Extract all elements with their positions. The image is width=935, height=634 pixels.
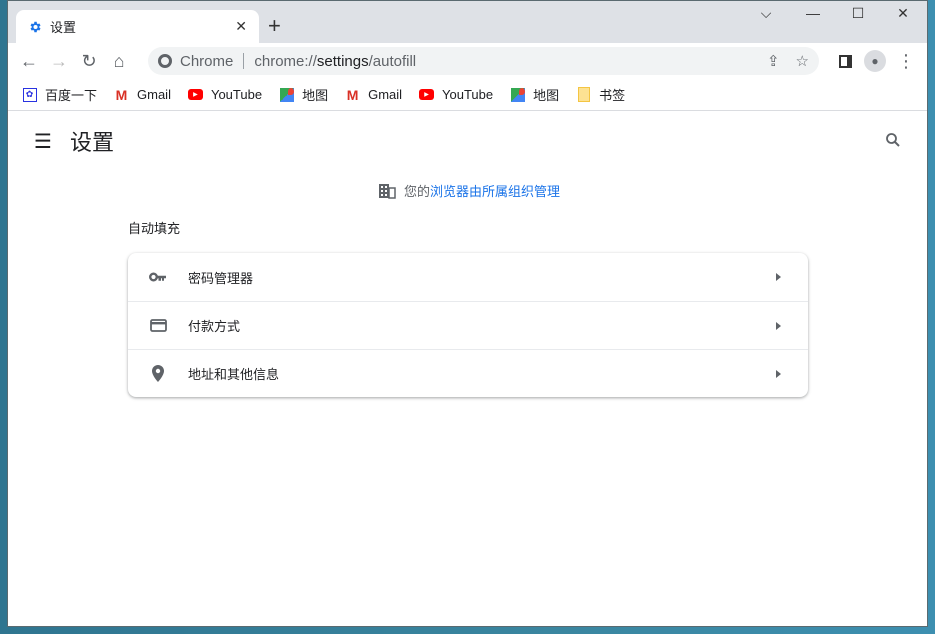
side-panel-icon[interactable] — [830, 46, 860, 76]
star-icon[interactable]: ☆ — [796, 52, 809, 70]
bookmark-label: 百度一下 — [45, 88, 98, 103]
managed-notice: 您的 浏览器由所属组织管理 — [378, 181, 560, 200]
credit-card-icon — [148, 319, 168, 332]
search-icon[interactable] — [884, 131, 902, 149]
chrome-logo-icon — [158, 54, 172, 68]
page-title: 设置 — [69, 130, 114, 155]
url-path: /autofill — [368, 52, 417, 70]
tab-search-chevron-icon[interactable]: ⌵ — [751, 5, 781, 22]
managed-link[interactable]: 浏览器由所属组织管理 — [430, 181, 560, 200]
bookmark-item[interactable]: 地图 — [279, 85, 328, 104]
row-label: 付款方式 — [188, 319, 241, 334]
bookmark-item[interactable]: M Gmail — [345, 86, 403, 103]
arrow-right-icon — [776, 273, 781, 281]
bookmark-label: 地图 — [302, 88, 329, 103]
minimize-button[interactable]: — — [798, 5, 828, 21]
maximize-button[interactable]: ☐ — [843, 5, 873, 22]
addresses-row[interactable]: 地址和其他信息 — [128, 349, 808, 397]
bookmark-label: Gmail — [368, 87, 403, 102]
bookmark-label: 书签 — [599, 88, 626, 103]
key-icon — [148, 272, 168, 282]
password-manager-row[interactable]: 密码管理器 — [128, 253, 808, 301]
folder-icon — [576, 87, 591, 102]
row-label: 地址和其他信息 — [188, 367, 280, 382]
browser-window: 设置 ✕ + ⌵ — ☐ ✕ ← → ↻ ⌂ Chrome chrome://s… — [7, 0, 928, 627]
hamburger-menu-icon[interactable]: ☰ — [34, 129, 52, 154]
bookmark-label: 地图 — [533, 88, 560, 103]
divider — [243, 53, 245, 69]
tab-settings[interactable]: 设置 ✕ — [16, 10, 259, 43]
building-icon — [379, 183, 396, 199]
title-bar: 设置 ✕ + ⌵ — ☐ ✕ — [8, 1, 927, 43]
bookmark-item[interactable]: ✿ 百度一下 — [22, 85, 97, 104]
settings-header: ☰ 设置 — [8, 111, 927, 171]
managed-prefix: 您的 — [404, 184, 431, 199]
profile-avatar[interactable]: ● — [860, 46, 890, 76]
payment-methods-row[interactable]: 付款方式 — [128, 301, 808, 349]
bookmark-item[interactable]: 书签 — [576, 85, 625, 104]
url-prefix: chrome:// — [254, 52, 317, 70]
home-button[interactable]: ⌂ — [104, 46, 134, 76]
gmail-icon: M — [115, 86, 128, 103]
autofill-card: 密码管理器 付款方式 地址和其他信息 — [128, 253, 808, 397]
toolbar: ← → ↻ ⌂ Chrome chrome://settings/autofil… — [8, 43, 927, 79]
forward-button[interactable]: → — [44, 46, 74, 76]
bookmark-item[interactable]: M Gmail — [114, 86, 171, 103]
share-icon[interactable]: ⇪ — [767, 52, 780, 70]
reload-button[interactable]: ↻ — [74, 46, 104, 76]
row-label: 密码管理器 — [188, 270, 254, 286]
back-button[interactable]: ← — [14, 46, 44, 76]
arrow-right-icon — [776, 369, 781, 378]
bookmark-label: YouTube — [210, 87, 263, 102]
address-bar[interactable]: Chrome chrome://settings/autofill ⇪ ☆ — [148, 47, 819, 75]
section-title: 自动填充 — [128, 221, 181, 236]
baidu-icon: ✿ — [22, 87, 37, 102]
bookmarks-bar: ✿ 百度一下 M Gmail ▶ YouTube 地图 M Gmail ▶ YouTube 地图 书签 — [8, 79, 927, 111]
youtube-icon: ▶ — [187, 87, 203, 102]
new-tab-button[interactable]: + — [268, 13, 281, 39]
arrow-right-icon — [776, 321, 781, 330]
close-tab-icon[interactable]: ✕ — [235, 18, 247, 35]
bookmark-label: Gmail — [137, 87, 171, 102]
tab-title: 设置 — [50, 20, 77, 35]
url-host: settings — [316, 52, 369, 70]
gmail-icon: M — [346, 86, 359, 103]
menu-kebab-icon[interactable]: ⋮ — [891, 46, 921, 76]
bookmark-item[interactable]: ▶ YouTube — [419, 87, 493, 102]
close-window-button[interactable]: ✕ — [888, 5, 918, 22]
bookmark-item[interactable]: 地图 — [510, 85, 559, 104]
gear-icon — [30, 21, 41, 32]
site-label: Chrome — [180, 52, 234, 70]
location-pin-icon — [148, 365, 168, 382]
bookmark-item[interactable]: ▶ YouTube — [187, 87, 263, 102]
bookmark-label: YouTube — [442, 87, 494, 102]
url-text: chrome://settings/autofill — [254, 53, 767, 70]
youtube-icon: ▶ — [419, 87, 435, 102]
maps-icon — [279, 87, 294, 102]
maps-icon — [510, 87, 525, 102]
